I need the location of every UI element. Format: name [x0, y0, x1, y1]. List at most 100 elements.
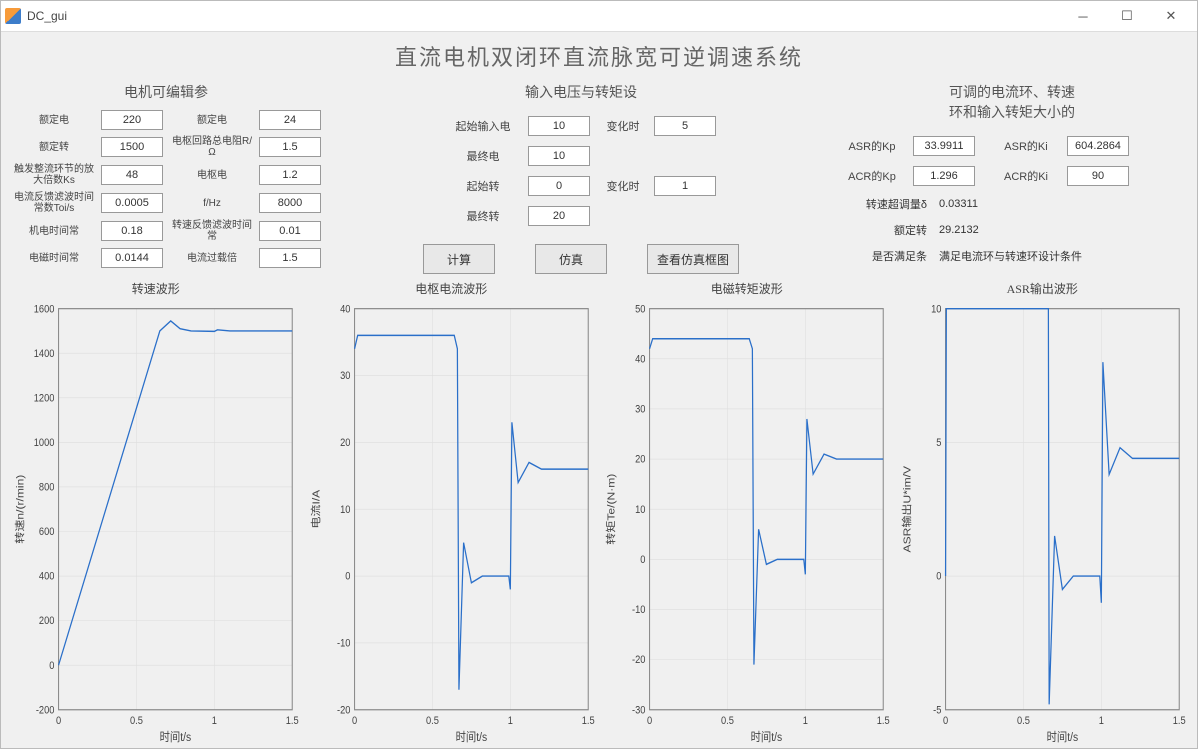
svg-text:20: 20 — [340, 437, 351, 449]
svg-text:0.5: 0.5 — [425, 716, 438, 728]
svg-text:10: 10 — [635, 504, 646, 516]
sim-button[interactable]: 仿真 — [535, 244, 607, 274]
chart-plot: -2000200400600800100012001400160000.511.… — [11, 299, 301, 746]
mid-input[interactable]: 10 — [528, 116, 590, 136]
svg-text:时间t/s: 时间t/s — [160, 730, 192, 744]
svg-text:30: 30 — [635, 404, 646, 416]
svg-text:800: 800 — [39, 482, 55, 494]
svg-text:40: 40 — [340, 304, 351, 316]
close-button[interactable]: ✕ — [1149, 2, 1193, 30]
svg-text:-10: -10 — [336, 638, 350, 650]
panel-mid-title: 输入电压与转矩设 — [525, 82, 637, 102]
chart-plot: -5051000.511.5时间t/sASR输出U*im/V — [898, 299, 1188, 746]
svg-text:时间t/s: 时间t/s — [1046, 730, 1078, 744]
mid-input[interactable]: 1 — [654, 176, 716, 196]
panel-left-title: 电机可编辑参 — [11, 82, 321, 102]
svg-text:0: 0 — [351, 716, 357, 728]
left-label: 转速反馈滤波时间常 — [169, 220, 255, 242]
svg-text:1.5: 1.5 — [877, 716, 890, 728]
mid-input[interactable]: 0 — [528, 176, 590, 196]
svg-text:0: 0 — [942, 716, 948, 728]
svg-text:电流I/A: 电流I/A — [309, 489, 322, 528]
svg-text:50: 50 — [635, 304, 646, 316]
svg-text:1.5: 1.5 — [1172, 716, 1185, 728]
chart-title: 电磁转矩波形 — [602, 280, 892, 297]
svg-text:0.5: 0.5 — [130, 716, 143, 728]
svg-text:1.5: 1.5 — [286, 716, 299, 728]
svg-text:1: 1 — [1098, 716, 1104, 728]
svg-text:0.5: 0.5 — [721, 716, 734, 728]
svg-text:0: 0 — [56, 716, 62, 728]
svg-text:ASR输出U*im/V: ASR输出U*im/V — [900, 465, 913, 552]
left-label: 电枢回路总电阻R/Ω — [169, 136, 255, 158]
right-extra-value: 满足电流环与转速环设计条件 — [939, 248, 1082, 264]
right-label: ACR的Kp — [837, 168, 907, 184]
right-input[interactable]: 604.2864 — [1067, 136, 1129, 156]
left-input[interactable]: 0.0144 — [101, 248, 163, 268]
right-input[interactable]: 1.296 — [913, 166, 975, 186]
mid-label: 变化时 — [598, 118, 648, 134]
chart-plot: -20-1001020304000.511.5时间t/s电流I/A — [307, 299, 597, 746]
svg-text:-200: -200 — [36, 705, 55, 717]
right-label: ACR的Ki — [991, 168, 1061, 184]
right-label: ASR的Ki — [991, 138, 1061, 154]
svg-text:40: 40 — [635, 354, 646, 366]
left-label: 电磁时间常 — [11, 253, 97, 264]
left-input[interactable]: 1.5 — [259, 248, 321, 268]
svg-text:1000: 1000 — [34, 437, 55, 449]
view-diagram-button[interactable]: 查看仿真框图 — [647, 244, 739, 274]
maximize-button[interactable]: ☐ — [1105, 2, 1149, 30]
left-label: 额定电 — [169, 115, 255, 126]
left-input[interactable]: 1.2 — [259, 165, 321, 185]
left-input[interactable]: 1.5 — [259, 137, 321, 157]
svg-text:1200: 1200 — [34, 393, 55, 405]
svg-text:20: 20 — [635, 454, 646, 466]
right-label: ASR的Kp — [837, 138, 907, 154]
left-input[interactable]: 24 — [259, 110, 321, 130]
svg-text:1.5: 1.5 — [581, 716, 594, 728]
right-input[interactable]: 90 — [1067, 166, 1129, 186]
svg-text:时间t/s: 时间t/s — [751, 730, 783, 744]
left-input[interactable]: 0.18 — [101, 221, 163, 241]
minimize-button[interactable]: ─ — [1061, 2, 1105, 30]
svg-text:30: 30 — [340, 371, 351, 383]
left-input[interactable]: 48 — [101, 165, 163, 185]
right-extra-label: 额定转 — [837, 222, 939, 238]
svg-text:-20: -20 — [336, 705, 350, 717]
svg-text:600: 600 — [39, 527, 55, 539]
left-input[interactable]: 0.0005 — [101, 193, 163, 213]
right-extra-value: 0.03311 — [939, 198, 978, 210]
left-label: 电流过载倍 — [169, 253, 255, 264]
mid-input[interactable]: 20 — [528, 206, 590, 226]
left-input[interactable]: 8000 — [259, 193, 321, 213]
svg-text:0: 0 — [49, 660, 55, 672]
panel-right-title: 可调的电流环、转速 环和输入转矩大小的 — [837, 82, 1187, 122]
left-input[interactable]: 0.01 — [259, 221, 321, 241]
svg-text:-20: -20 — [632, 655, 646, 667]
svg-text:0: 0 — [640, 554, 646, 566]
left-label: 电枢电 — [169, 170, 255, 181]
right-input[interactable]: 33.9911 — [913, 136, 975, 156]
mid-input[interactable]: 10 — [528, 146, 590, 166]
svg-text:1: 1 — [212, 716, 218, 728]
svg-text:0: 0 — [345, 571, 351, 583]
left-input[interactable]: 1500 — [101, 137, 163, 157]
right-extra-label: 是否满足条 — [837, 248, 939, 264]
left-label: f/Hz — [169, 198, 255, 209]
window-title: DC_gui — [27, 9, 67, 23]
svg-text:10: 10 — [340, 504, 351, 516]
left-input[interactable]: 220 — [101, 110, 163, 130]
svg-text:5: 5 — [936, 437, 942, 449]
mid-label: 最终电 — [444, 148, 522, 164]
mid-input[interactable]: 5 — [654, 116, 716, 136]
right-extra-value: 29.2132 — [939, 224, 979, 236]
left-label: 额定电 — [11, 115, 97, 126]
svg-text:转速n/(r/min): 转速n/(r/min) — [13, 474, 26, 543]
svg-text:-30: -30 — [632, 705, 646, 717]
main-title: 直流电机双闭环直流脉宽可逆调速系统 — [11, 40, 1187, 72]
left-label: 额定转 — [11, 142, 97, 153]
svg-text:-5: -5 — [933, 705, 942, 717]
svg-text:0.5: 0.5 — [1016, 716, 1029, 728]
calc-button[interactable]: 计算 — [423, 244, 495, 274]
svg-text:200: 200 — [39, 616, 55, 628]
